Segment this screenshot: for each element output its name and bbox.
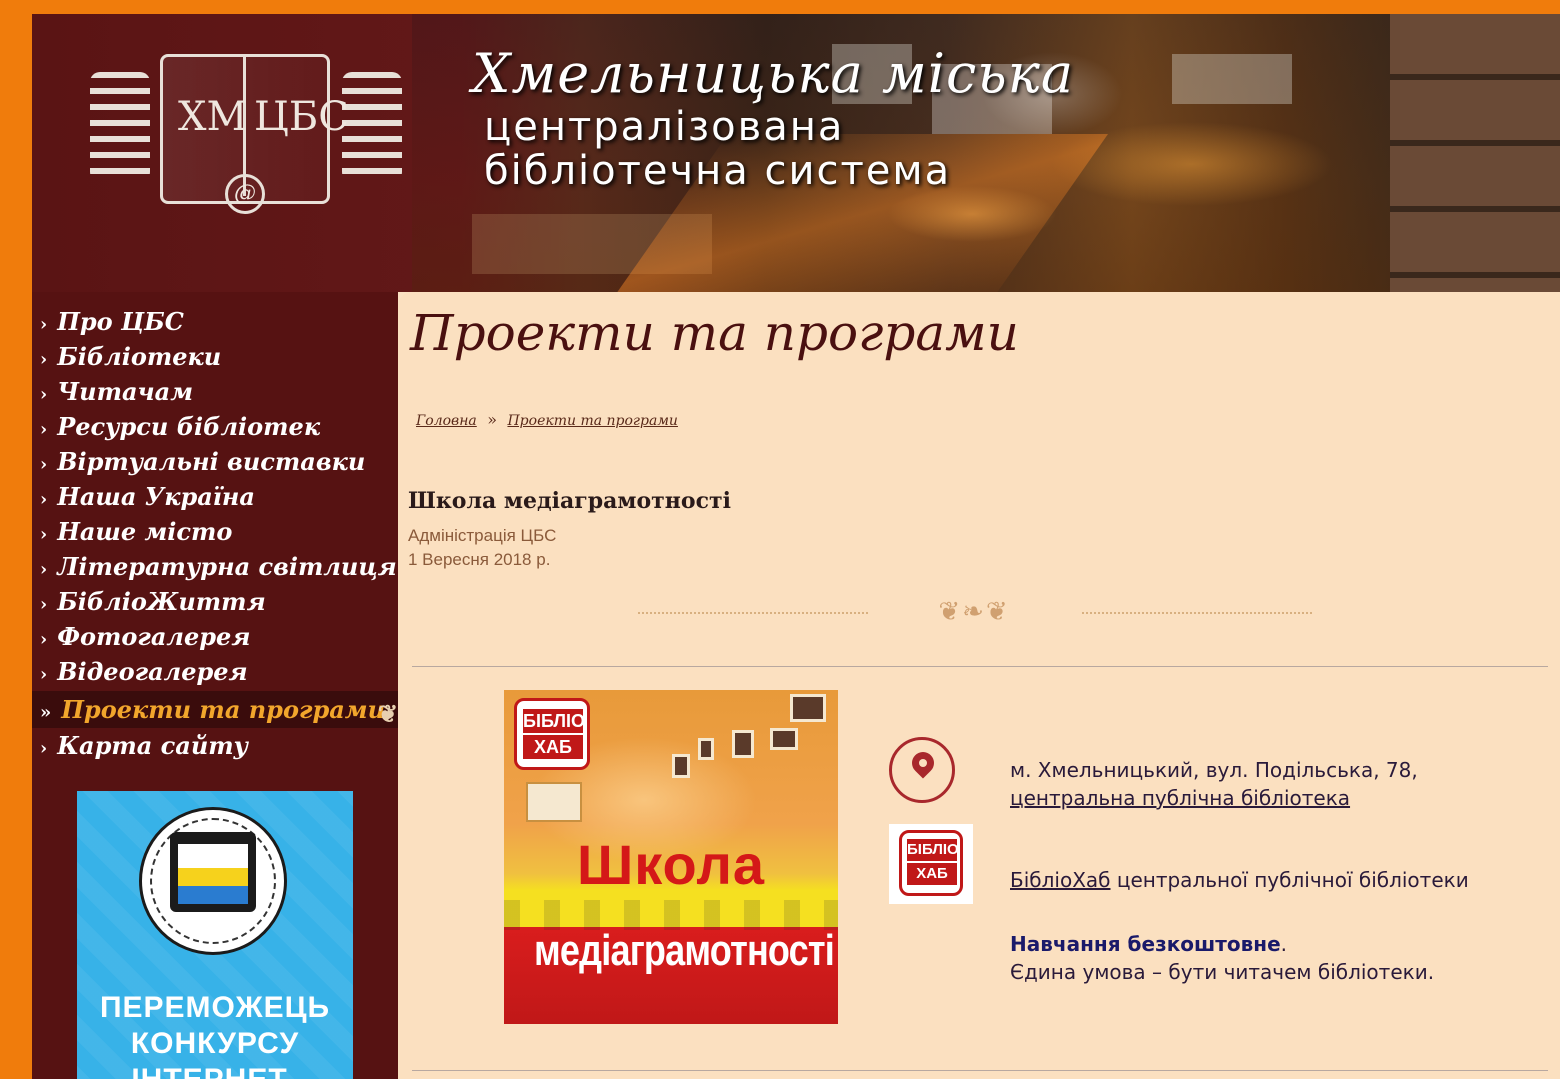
media-literacy-school-image: БІБЛІО ХАБ Школа медіаграмотності	[504, 690, 838, 1024]
sidebar-item-label: БібліоЖиття	[57, 587, 266, 616]
library-association-emblem	[139, 807, 287, 955]
sidebar-item-label: Наша Україна	[57, 482, 255, 511]
chevron-right-icon: ›	[40, 454, 48, 475]
sidebar-item-label: Про ЦБС	[57, 307, 184, 336]
sidebar-nav: › Про ЦБС › Бібліотеки › Читачам › Ресурси бібл…	[32, 292, 398, 763]
promo-badge-top: БІБЛІО	[523, 709, 586, 733]
breadcrumb-separator: »	[487, 410, 498, 429]
site-title: Хмельницька міська централізована бібліо…	[472, 42, 1074, 193]
banner-line2: КОНКУРСУ	[130, 1027, 300, 1060]
sidebar-item[interactable]: › Ресурси бібліотек	[32, 409, 398, 444]
chevron-right-icon: ›	[40, 349, 48, 370]
chevron-right-icon: ›	[40, 664, 48, 685]
free-training-label: Навчання безкоштовне	[1010, 932, 1281, 956]
article-title: Школа медіаграмотності	[408, 488, 731, 514]
bibliohub-link[interactable]: БібліоХаб	[1010, 868, 1110, 892]
sidebar-item[interactable]: › Бібліотеки	[32, 339, 398, 374]
free-training-dot: .	[1280, 932, 1287, 956]
hub-icon-bottom: ХАБ	[907, 863, 957, 885]
breadcrumb-current-link[interactable]: Проекти та програми	[507, 413, 677, 429]
sidebar-item-label: Відеогалерея	[57, 657, 248, 686]
sidebar-item-label: Віртуальні виставки	[57, 447, 366, 476]
chevron-right-icon: ›	[40, 559, 48, 580]
logo-text-right: ЦБС	[254, 94, 349, 140]
hub-icon-top: БІБЛІО	[907, 839, 959, 861]
logo-text-left: ХМ	[178, 94, 248, 140]
address-line: м. Хмельницький, вул. Подільська, 78,	[1010, 758, 1418, 782]
chevron-right-icon: ›	[40, 489, 48, 510]
bibliohub-text: центральної публічної бібліотеки	[1110, 868, 1469, 892]
article-author: Адміністрація ЦБС	[408, 526, 557, 545]
award-banner[interactable]: ПЕРЕМОЖЕЦЬ КОНКУРСУ ІНТЕРНЕТ-САЙТІВ	[77, 791, 353, 1079]
article-date: 1 Вересня 2018 р.	[408, 550, 551, 569]
sidebar-item[interactable]: › Читачам	[32, 374, 398, 409]
banner-line1: ПЕРЕМОЖЕЦЬ	[99, 991, 331, 1024]
location-pin-icon	[889, 737, 955, 803]
sidebar-item-label: Бібліотеки	[57, 342, 222, 371]
chevron-right-icon: ›	[40, 419, 48, 440]
sidebar-item[interactable]: › Про ЦБС	[32, 304, 398, 339]
chevron-right-icon: ›	[40, 384, 48, 405]
condition-text: Єдина умова – бути читачем бібліотеки.	[1010, 960, 1435, 984]
ornament-divider: ❦❧❦	[638, 596, 1318, 628]
site-title-line2: бібліотечна система	[484, 148, 952, 194]
sidebar-item-label: Наше місто	[57, 517, 233, 546]
sidebar-item[interactable]: › Літературна світлиця	[32, 549, 398, 584]
bibliohub-logo-icon: БІБЛІО ХАБ	[889, 824, 973, 904]
sidebar-item-label: Проекти та програми	[61, 695, 386, 724]
site-title-line1: централізована	[484, 104, 845, 150]
free-training-text: Навчання безкоштовне.	[1010, 932, 1287, 956]
chevron-right-icon: »	[40, 702, 52, 723]
chevron-right-icon: ›	[40, 314, 48, 335]
library-logo-icon	[526, 782, 582, 822]
breadcrumb-home-link[interactable]: Головна	[416, 413, 477, 429]
sidebar-item[interactable]: › Фотогалерея	[32, 619, 398, 654]
main-content: Проекти та програми Головна » Проекти та…	[398, 292, 1560, 1079]
bibliohub-line: БібліоХаб центральної публічної бібліоте…	[1010, 868, 1469, 892]
sidebar-item[interactable]: › БібліоЖиття	[32, 584, 398, 619]
sidebar-item-label: Карта сайту	[57, 731, 249, 760]
sidebar: › Про ЦБС › Бібліотеки › Читачам › Ресурси бібл…	[32, 292, 398, 1079]
promo-title-line2: медіаграмотності	[534, 926, 835, 975]
page-frame: ХМ ЦБС @ Хмельницька міська централізова…	[32, 14, 1560, 1079]
breadcrumb: Головна » Проекти та програми	[416, 410, 678, 429]
sidebar-item-label: Читачам	[57, 377, 194, 406]
chevron-right-icon: ›	[40, 524, 48, 545]
chevron-right-icon: ›	[40, 629, 48, 650]
sidebar-item-label: Ресурси бібліотек	[57, 412, 321, 441]
promo-badge-bottom: ХАБ	[523, 735, 583, 759]
divider-top	[412, 666, 1548, 667]
flourish-icon: ❦❧❦	[938, 596, 1010, 626]
sidebar-item-label: Фотогалерея	[57, 622, 251, 651]
logo-seal: @	[225, 174, 265, 214]
sidebar-item[interactable]: » Проекти та програми ❦	[32, 691, 398, 728]
banner-line3: ІНТЕРНЕТ-САЙТІВ	[77, 1063, 353, 1079]
divider-bottom	[412, 1070, 1548, 1071]
address-link-wrap: центральна публічна бібліотека	[1010, 786, 1350, 810]
sidebar-item[interactable]: › Карта сайту	[32, 728, 398, 763]
header-bookshelf	[1390, 14, 1560, 292]
sidebar-item-label: Літературна світлиця	[57, 552, 397, 581]
chevron-right-icon: ›	[40, 738, 48, 759]
sidebar-item[interactable]: › Наше місто	[32, 514, 398, 549]
promo-title-line1: Школа	[576, 833, 766, 896]
sidebar-item[interactable]: › Віртуальні виставки	[32, 444, 398, 479]
site-title-script: Хмельницька міська	[472, 42, 1075, 105]
site-logo[interactable]: ХМ ЦБС @	[90, 42, 410, 222]
site-header: ХМ ЦБС @ Хмельницька міська централізова…	[32, 14, 1560, 294]
active-ornament-icon: ❦	[377, 699, 398, 728]
page-title: Проекти та програми	[410, 304, 1019, 362]
central-library-link[interactable]: центральна публічна бібліотека	[1010, 786, 1350, 810]
sidebar-item[interactable]: › Наша Україна	[32, 479, 398, 514]
chevron-right-icon: ›	[40, 594, 48, 615]
bibliohub-badge-icon: БІБЛІО ХАБ	[514, 698, 590, 770]
sidebar-item[interactable]: › Відеогалерея	[32, 654, 398, 689]
